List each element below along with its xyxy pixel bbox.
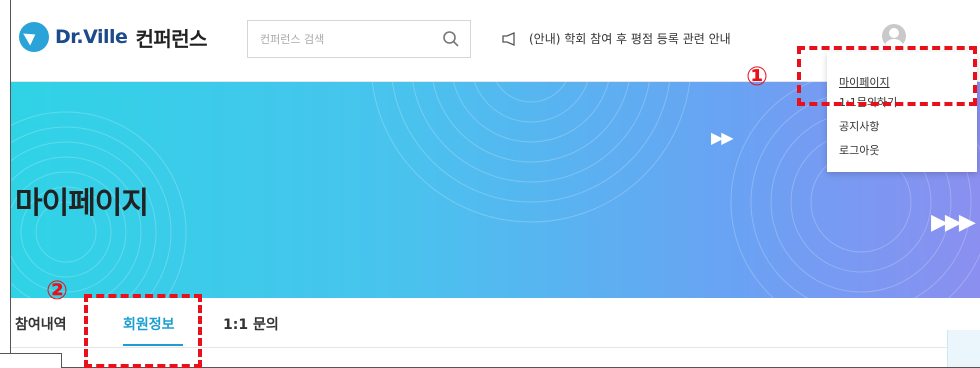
window-edge bbox=[0, 353, 62, 368]
arrow-decoration-small: ▶▶ bbox=[711, 128, 734, 147]
menu-item-notice[interactable]: 공지사항 bbox=[839, 118, 879, 134]
arrow-decoration-large: ▶▶▶ bbox=[931, 210, 976, 235]
site-logo[interactable]: Dr.Ville 컨퍼런스 bbox=[19, 22, 208, 52]
logo-icon bbox=[19, 22, 49, 52]
tab-inquiry[interactable]: 1:1 문의 bbox=[223, 314, 279, 334]
user-avatar-icon[interactable] bbox=[882, 24, 906, 48]
annotation-box-1 bbox=[797, 46, 977, 106]
megaphone-icon bbox=[502, 31, 515, 46]
page-title: 마이페이지 bbox=[15, 186, 149, 221]
annotation-box-2 bbox=[84, 294, 202, 368]
search-input[interactable] bbox=[248, 21, 434, 57]
tab-history[interactable]: 참여내역 bbox=[15, 314, 67, 334]
floating-widget[interactable] bbox=[947, 330, 980, 367]
search-box bbox=[247, 20, 471, 58]
search-icon[interactable] bbox=[442, 30, 460, 48]
logo-subtitle: 컨퍼런스 bbox=[135, 26, 208, 51]
menu-item-logout[interactable]: 로그아웃 bbox=[839, 142, 879, 158]
notice-banner[interactable]: (안내) 학회 참여 후 평점 등록 관련 안내 bbox=[501, 30, 731, 47]
notice-text: (안내) 학회 참여 후 평점 등록 관련 안내 bbox=[529, 32, 731, 46]
annotation-number-1: ① bbox=[746, 62, 769, 92]
annotation-number-2: ② bbox=[46, 276, 69, 306]
logo-text: Dr.Ville bbox=[55, 26, 128, 48]
